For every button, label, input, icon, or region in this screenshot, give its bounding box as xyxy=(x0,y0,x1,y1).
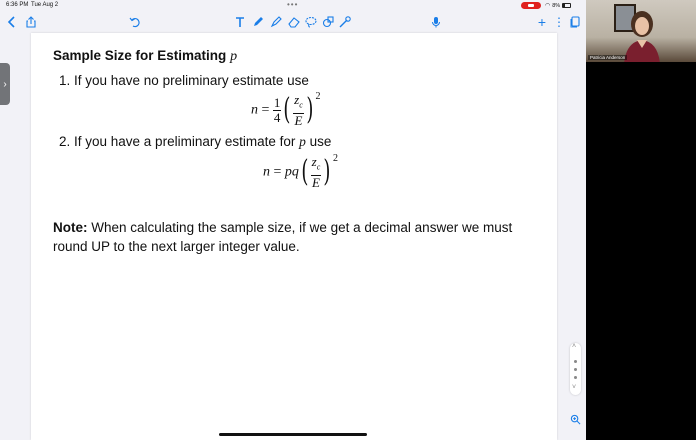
scroll-dot xyxy=(574,360,577,363)
wifi-icon: ◠ xyxy=(545,3,551,9)
item2-suffix: use xyxy=(309,134,332,149)
list-item-2: 2. If you have a preliminary estimate fo… xyxy=(59,134,331,150)
formula1-ratio: zc E xyxy=(293,93,304,128)
zoom-icon[interactable] xyxy=(568,412,582,426)
magic-wand-icon[interactable] xyxy=(337,14,353,30)
scroll-dot xyxy=(574,368,577,371)
pen-icon[interactable] xyxy=(250,14,266,30)
item2-variable: p xyxy=(299,134,306,149)
formula1-lparen: ( xyxy=(283,92,291,128)
formula1-equals: = xyxy=(261,102,270,118)
formula2-z-sub: c xyxy=(316,162,321,172)
list-item-1: 1. If you have no preliminary estimate u… xyxy=(59,73,309,88)
eraser-icon[interactable] xyxy=(286,14,302,30)
formula1-rparen: ) xyxy=(306,92,314,128)
chevron-down-icon[interactable]: ˅ xyxy=(572,384,576,391)
note-paragraph: Note: When calculating the sample size, … xyxy=(53,218,543,256)
status-icons: ◠ 8% xyxy=(545,2,572,9)
formula-preliminary-estimate: n = pq( zc E ) 2 xyxy=(263,153,338,195)
formula-no-estimate: n = 1 4 ( zc E ) 2 xyxy=(251,91,321,133)
battery-icon xyxy=(562,3,572,8)
formula2-e: E xyxy=(311,174,320,190)
ipad-screen: 6:36 PM Tue Aug 2 ••• ◠ 8% + ⋮ › Sample … xyxy=(0,0,586,440)
shapes-icon[interactable] xyxy=(320,14,336,30)
highlighter-icon[interactable] xyxy=(268,14,284,30)
note-text: When calculating the sample size, if we … xyxy=(53,220,513,254)
page-scroller[interactable]: ˄ ˅ xyxy=(570,343,581,395)
add-button[interactable]: + xyxy=(534,14,550,30)
chevron-right-icon: › xyxy=(3,78,7,90)
pages-icon[interactable] xyxy=(567,14,583,30)
formula1-z-sub: c xyxy=(299,100,303,110)
title-variable: p xyxy=(230,49,238,64)
text-tool-icon[interactable] xyxy=(232,14,248,30)
status-bar: 6:36 PM Tue Aug 2 ••• ◠ 8% xyxy=(0,0,586,11)
sidebar-toggle[interactable]: › xyxy=(0,63,10,105)
formula1-frac-num: 1 xyxy=(272,94,282,111)
chevron-up-icon[interactable]: ˄ xyxy=(572,343,576,350)
formula2-exponent: 2 xyxy=(332,153,338,164)
formula2-coef: pq xyxy=(284,164,299,180)
formula2-lparen: ( xyxy=(301,154,309,190)
title-text: Sample Size for Estimating xyxy=(53,48,227,63)
formula1-exponent: 2 xyxy=(315,91,321,102)
screen-recording-indicator[interactable] xyxy=(521,2,541,9)
note-label: Note: xyxy=(53,220,88,235)
participant-name: Patricia Anderson xyxy=(588,55,628,60)
multitasking-dots[interactable]: ••• xyxy=(287,0,298,9)
notes-page[interactable]: Sample Size for Estimating p 1. If you h… xyxy=(31,33,557,440)
formula1-frac-den: 4 xyxy=(273,109,281,125)
formula1-quarter: 1 4 xyxy=(272,94,282,125)
undo-icon[interactable] xyxy=(127,14,143,30)
scroll-dot xyxy=(574,376,577,379)
status-time: 6:36 PM xyxy=(6,2,29,8)
more-button[interactable]: ⋮ xyxy=(551,14,567,30)
formula1-lhs: n xyxy=(251,102,258,118)
chevron-left-icon[interactable] xyxy=(4,14,20,30)
video-thumbnail[interactable]: Patricia Anderson xyxy=(586,0,696,62)
toolbar: + ⋮ xyxy=(0,12,586,32)
battery-percent: 8% xyxy=(552,2,561,9)
share-icon[interactable] xyxy=(23,14,39,30)
item2-prefix: 2. If you have a preliminary estimate fo… xyxy=(59,134,296,149)
formula2-equals: = xyxy=(273,164,282,180)
formula2-rparen: ) xyxy=(323,154,331,190)
lasso-icon[interactable] xyxy=(303,14,319,30)
participant-video xyxy=(624,11,660,62)
page-title: Sample Size for Estimating p xyxy=(53,48,237,65)
formula1-e: E xyxy=(294,112,303,128)
formula2-lhs: n xyxy=(263,164,270,180)
formula2-ratio: zc E xyxy=(310,155,322,190)
status-date: Tue Aug 2 xyxy=(31,2,59,8)
microphone-icon[interactable] xyxy=(428,14,444,30)
home-indicator[interactable] xyxy=(219,433,367,436)
